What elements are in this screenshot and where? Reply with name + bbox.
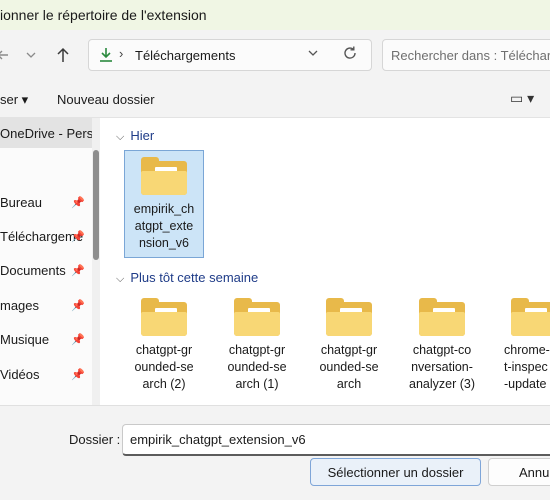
folder-name-value: empirik_chatgpt_extension_v6 [130,432,306,447]
chevron-down-icon[interactable] [20,44,42,66]
sidebar-item-downloads[interactable]: Téléchargeme 📌 [0,221,92,251]
folder-item[interactable]: empirik_ch atgpt_exte nsion_v6 [124,150,204,258]
sidebar-item-label: Vidéos [0,366,40,382]
pin-icon: 📌 [71,299,85,312]
view-options-button[interactable]: ▭ ▾ [510,90,534,107]
sidebar-item-label: Musique [0,331,50,347]
folder-icon [326,298,372,336]
arrow-left-icon[interactable] [0,44,14,66]
sidebar-item-label: mages [0,297,40,313]
pin-icon: 📌 [71,368,85,381]
pin-icon: 📌 [71,230,85,243]
group-header-earlier-this-week[interactable]: ⌵ Plus tôt cette semaine [116,270,258,286]
folder-item[interactable]: chatgpt-co nversation- analyzer (3) [402,292,482,393]
folder-name: empirik_ch atgpt_exte nsion_v6 [133,202,195,250]
folder-icon [234,298,280,336]
folder-name: chatgpt-gr ounded-se arch [319,343,379,391]
dialog-footer: Dossier : empirik_chatgpt_extension_v6 S… [0,405,550,500]
chevron-down-icon: ⌵ [116,131,125,143]
download-icon [97,46,115,64]
sidebar-item-label: OneDrive - Perso [0,125,100,141]
address-history-chevron-icon[interactable] [307,47,319,62]
organize-button[interactable]: ser ▾ [0,92,28,108]
folder-name-input[interactable]: empirik_chatgpt_extension_v6 [122,424,550,456]
folder-field-label: Dossier : [69,432,121,447]
current-location[interactable]: Téléchargements [135,48,235,63]
folder-icon [141,298,187,336]
pin-icon: 📌 [71,264,85,277]
file-list: ⌵ Hier empirik_ch atgpt_exte nsion_v6 ⌵ Pl… [100,118,550,405]
folder-item[interactable]: chatgpt-gr ounded-se arch (2) [124,292,204,393]
select-folder-button[interactable]: Sélectionner un dossier [310,458,481,486]
sidebar-item-videos[interactable]: Vidéos 📌 [0,359,92,389]
search-box[interactable]: Rechercher dans : Télécharg [382,39,550,71]
command-bar: ser ▾ Nouveau dossier ▭ ▾ [0,80,550,118]
folder-icon [419,298,465,336]
folder-name: chatgpt-gr ounded-se arch (2) [134,343,194,391]
folder-name: chatgpt-co nversation- analyzer (3) [409,343,475,391]
sidebar-item-onedrive[interactable]: OneDrive - Perso [0,118,100,148]
scrollbar-thumb[interactable] [93,150,99,260]
pin-icon: 📌 [71,333,85,346]
sidebar-item-music[interactable]: Musique 📌 [0,324,92,354]
address-bar[interactable]: › Téléchargements [88,39,372,71]
folder-icon [511,298,550,336]
new-folder-button[interactable]: Nouveau dossier [57,92,155,107]
window-title: ionner le répertoire de l'extension [0,7,207,23]
sidebar-item-documents[interactable]: Documents 📌 [0,255,92,285]
refresh-icon[interactable] [341,44,359,67]
folder-icon [141,157,187,195]
group-header-yesterday[interactable]: ⌵ Hier [116,128,154,144]
sidebar-scrollbar[interactable] [92,118,100,405]
sidebar-item-pictures[interactable]: mages 📌 [0,290,92,320]
folder-item[interactable]: chatgpt-gr ounded-se arch (1) [217,292,297,393]
search-placeholder: Rechercher dans : Télécharg [391,48,550,63]
folder-name: chrome- t-inspec -update [504,343,550,391]
sidebar-item-label: Bureau [0,194,42,210]
path-separator: › [119,46,124,61]
pin-icon: 📌 [71,196,85,209]
folder-item[interactable]: chatgpt-gr ounded-se arch [309,292,389,393]
folder-name: chatgpt-gr ounded-se arch (1) [227,343,287,391]
sidebar-item-desktop[interactable]: Bureau 📌 [0,187,92,217]
navigation-bar: › Téléchargements Rechercher dans : Télé… [0,30,550,80]
folder-item[interactable]: chrome- t-inspec -update [488,292,550,393]
title-bar: ionner le répertoire de l'extension [0,0,550,30]
cancel-button[interactable]: Annu [488,458,550,486]
chevron-down-icon: ⌵ [116,273,125,285]
arrow-up-icon[interactable] [52,44,74,66]
navigation-pane: OneDrive - Perso Bureau 📌 Téléchargeme 📌… [0,118,100,405]
sidebar-item-label: Documents [0,262,66,278]
